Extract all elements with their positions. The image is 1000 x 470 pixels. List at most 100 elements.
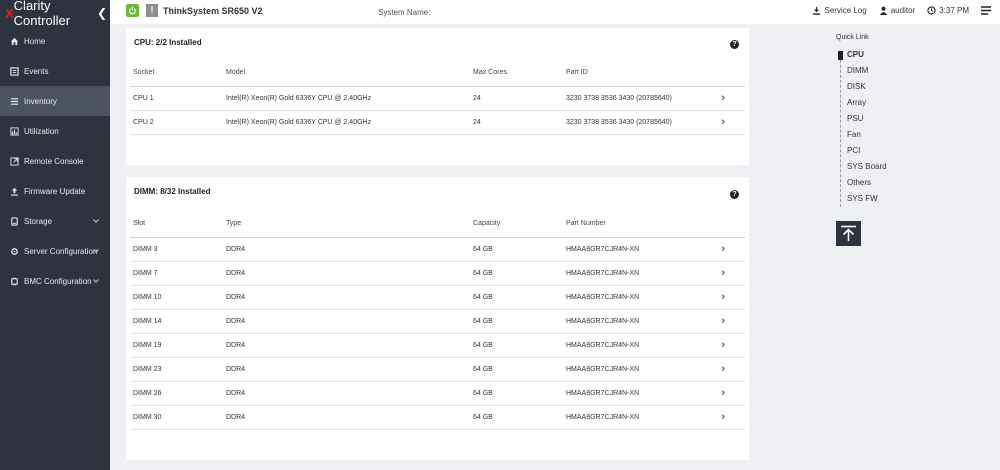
menu-icon — [981, 6, 991, 15]
sidebar-nav: Home Events Inventory Utilization Remote… — [0, 26, 110, 296]
cell-slot: DIMM 3 — [130, 237, 223, 262]
cell-part-number: HMAA8GR7CJR4N-XN — [563, 261, 713, 286]
server-model: ThinkSystem SR650 V2 — [163, 6, 263, 16]
user-icon — [879, 6, 887, 15]
quick-link-psu[interactable]: PSU — [838, 113, 887, 129]
chevron-right-icon[interactable]: › — [713, 110, 745, 135]
quick-link-disk[interactable]: DISK — [838, 81, 887, 97]
table-row[interactable]: DIMM 3 DDR4 64 GB HMAA8GR7CJR4N-XN › — [130, 237, 745, 262]
sidebar-item-label: Server Configuration — [24, 246, 98, 256]
cell-socket: CPU 1 — [130, 86, 223, 111]
column-header: Part Number — [563, 211, 713, 238]
sidebar-item-label: Utilization — [24, 126, 59, 136]
top-bar: ! ThinkSystem SR650 V2 System Name: Serv… — [110, 0, 1000, 24]
chevron-right-icon[interactable]: › — [713, 285, 745, 310]
table-row[interactable]: CPU 1 Intel(R) Xeon(R) Gold 6336Y CPU @ … — [130, 86, 745, 111]
cell-type: DDR4 — [223, 309, 470, 334]
service-log-button[interactable]: Service Log — [812, 6, 867, 15]
help-icon[interactable]: ? — [730, 40, 739, 49]
home-icon — [9, 36, 19, 46]
sidebar-item-events[interactable]: Events — [0, 56, 110, 86]
dimm-title: DIMM: 8/32 Installed — [134, 187, 211, 196]
quick-link-sys-board[interactable]: SYS Board — [838, 161, 887, 177]
help-icon[interactable]: ? — [730, 190, 739, 199]
cell-part-number: HMAA8GR7CJR4N-XN — [563, 405, 713, 430]
chevron-right-icon[interactable]: › — [713, 405, 745, 430]
chevron-right-icon[interactable]: › — [713, 86, 745, 111]
hamburger-menu[interactable] — [981, 6, 994, 15]
sidebar-item-label: Inventory — [24, 96, 57, 106]
warning-button[interactable]: ! — [146, 4, 158, 17]
cell-part-number: HMAA8GR7CJR4N-XN — [563, 381, 713, 406]
chevron-right-icon[interactable]: › — [713, 381, 745, 406]
table-row[interactable]: DIMM 30 DDR4 64 GB HMAA8GR7CJR4N-XN › — [130, 405, 745, 430]
cpu-table: Socket Model Max Cores Part ID CPU 1 Int… — [130, 60, 745, 135]
sidebar-item-firmware-update[interactable]: Firmware Update — [0, 176, 110, 206]
cell-part-number: HMAA8GR7CJR4N-XN — [563, 285, 713, 310]
cell-slot: DIMM 10 — [130, 285, 223, 310]
sidebar-item-bmc-configuration[interactable]: BMC Configuration — [0, 266, 110, 296]
quick-link-fan[interactable]: Fan — [838, 129, 887, 145]
quick-link-pci[interactable]: PCI — [838, 145, 887, 161]
sidebar-item-remote-console[interactable]: Remote Console — [0, 146, 110, 176]
sidebar-item-storage[interactable]: Storage — [0, 206, 110, 236]
quick-link-array[interactable]: Array — [838, 97, 887, 113]
table-row[interactable]: DIMM 10 DDR4 64 GB HMAA8GR7CJR4N-XN › — [130, 285, 745, 310]
column-header: Max Cores — [470, 60, 563, 87]
quick-link-list: CPU DIMM DISK Array PSU Fan PCI SYS Boar… — [838, 49, 887, 209]
cell-type: DDR4 — [223, 261, 470, 286]
quick-link-others[interactable]: Others — [838, 177, 887, 193]
cell-capacity: 64 GB — [470, 237, 563, 262]
cell-type: DDR4 — [223, 357, 470, 382]
table-row[interactable]: DIMM 26 DDR4 64 GB HMAA8GR7CJR4N-XN › — [130, 381, 745, 406]
cell-type: DDR4 — [223, 405, 470, 430]
power-button[interactable] — [126, 4, 139, 17]
cell-part-id: 3230 3738 3536 3430 (20785640) — [563, 110, 713, 135]
table-row[interactable]: CPU 2 Intel(R) Xeon(R) Gold 6336Y CPU @ … — [130, 110, 745, 135]
sidebar-item-inventory[interactable]: Inventory — [0, 86, 110, 116]
arrow-up-icon — [841, 225, 856, 241]
sidebar: X Clarity Controller ❮ Home Events Invent… — [0, 0, 110, 470]
quick-link-sys-fw[interactable]: SYS FW — [838, 193, 887, 209]
sidebar-item-home[interactable]: Home — [0, 26, 110, 56]
quick-link-dimm[interactable]: DIMM — [838, 65, 887, 81]
table-header-row: Socket Model Max Cores Part ID — [130, 60, 745, 87]
app-logo: X Clarity Controller ❮ — [0, 0, 110, 28]
chart-icon — [9, 126, 19, 136]
sidebar-item-utilization[interactable]: Utilization — [0, 116, 110, 146]
collapse-sidebar-icon[interactable]: ❮ — [97, 6, 107, 20]
column-header: Type — [223, 211, 470, 238]
cpu-title: CPU: 2/2 Installed — [134, 38, 202, 47]
sidebar-item-label: Firmware Update — [24, 186, 86, 196]
chevron-right-icon[interactable]: › — [713, 261, 745, 286]
user-name: auditor — [890, 6, 916, 15]
cell-part-number: HMAA8GR7CJR4N-XN — [563, 357, 713, 382]
system-name-label: System Name: — [378, 8, 431, 17]
chevron-down-icon — [93, 276, 99, 285]
cell-capacity: 64 GB — [470, 405, 563, 430]
upload-icon — [9, 186, 19, 196]
sidebar-item-label: BMC Configuration — [24, 276, 92, 286]
table-row[interactable]: DIMM 19 DDR4 64 GB HMAA8GR7CJR4N-XN › — [130, 333, 745, 358]
scroll-to-top-button[interactable] — [836, 221, 861, 246]
cell-slot: DIMM 30 — [130, 405, 223, 430]
table-row[interactable]: DIMM 14 DDR4 64 GB HMAA8GR7CJR4N-XN › — [130, 309, 745, 334]
column-header: Socket — [130, 60, 223, 87]
chevron-right-icon[interactable]: › — [713, 357, 745, 382]
cell-part-id: 3230 3738 3536 3430 (20785640) — [563, 86, 713, 111]
column-header: Capacity — [470, 211, 563, 238]
quick-link-panel: Quick Link CPU DIMM DISK Array PSU Fan P… — [836, 34, 887, 209]
chevron-right-icon[interactable]: › — [713, 333, 745, 358]
chevron-right-icon[interactable]: › — [713, 237, 745, 262]
cell-slot: DIMM 7 — [130, 261, 223, 286]
sidebar-item-label: Storage — [24, 216, 53, 226]
table-row[interactable]: DIMM 23 DDR4 64 GB HMAA8GR7CJR4N-XN › — [130, 357, 745, 382]
logo-x: X — [5, 5, 14, 21]
user-menu[interactable]: auditor — [879, 6, 915, 15]
cpu-panel: CPU: 2/2 Installed ? Socket Model Max Co… — [126, 28, 749, 165]
table-row[interactable]: DIMM 7 DDR4 64 GB HMAA8GR7CJR4N-XN › — [130, 261, 745, 286]
sidebar-item-server-configuration[interactable]: Server Configuration — [0, 236, 110, 266]
header-actions: Service Log auditor 3:37 PM — [800, 6, 994, 15]
chevron-right-icon[interactable]: › — [713, 309, 745, 334]
quick-link-cpu[interactable]: CPU — [838, 49, 887, 65]
